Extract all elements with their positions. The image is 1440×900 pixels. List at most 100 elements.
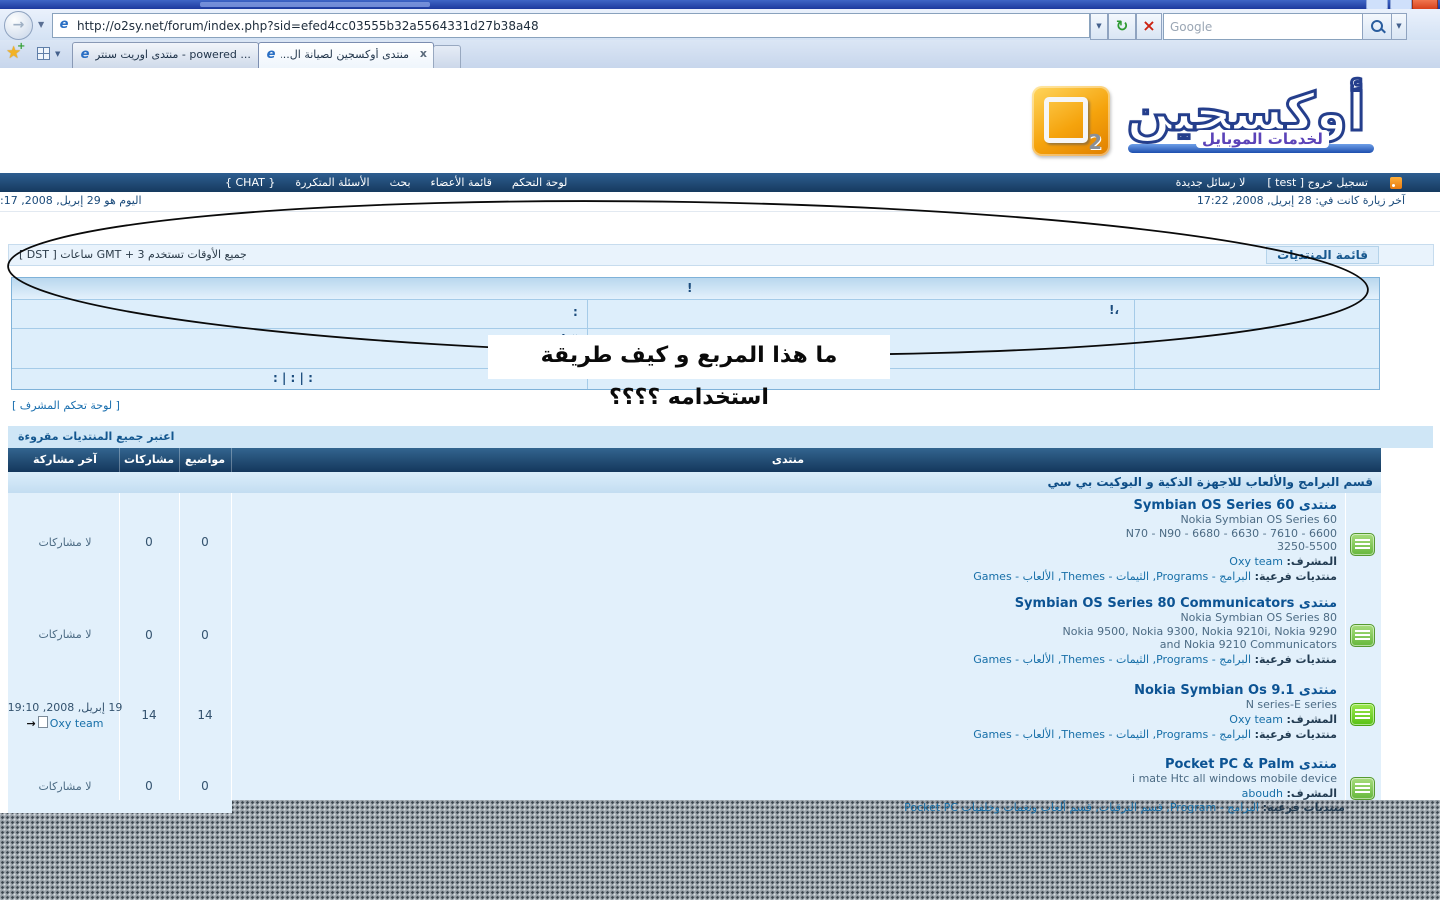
forum-table-header: آخر مشاركة مشاركات مواضيع منتدى xyxy=(8,448,1381,472)
subforums-label: منتديات فرعية: xyxy=(1255,653,1337,666)
moderator-cp-link[interactable]: [ لوحة تحكم المشرف ] xyxy=(12,399,120,412)
forum-navbar: { CHAT } الأسئلة المتكررة بحث قائمة الأع… xyxy=(0,173,1440,192)
today-date-text: اليوم هو 29 إبريل, 2008, 17: xyxy=(0,194,142,207)
address-dropdown-button[interactable]: ▼ xyxy=(1090,13,1108,40)
forum-title-link[interactable]: منتدى Symbian OS Series 80 Communicators xyxy=(231,596,1337,611)
stats-fragment: : xyxy=(573,305,578,319)
forum-status-icon xyxy=(1350,533,1375,556)
header-posts: مشاركات xyxy=(119,453,179,466)
forum-title-link[interactable]: منتدى Nokia Symbian Os 9.1 xyxy=(231,683,1337,698)
refresh-button[interactable]: ↻ xyxy=(1108,13,1136,40)
header-topics: مواضيع xyxy=(179,453,231,466)
nav-search-link[interactable]: بحث xyxy=(390,176,411,189)
last-post-cell: 19 إبريل, 2008, 19:10 →Oxy team xyxy=(11,678,119,752)
tab-oxygen-forum[interactable]: e منتدى أوكسجين لصيانة ال... x xyxy=(258,42,434,69)
moderator-link[interactable]: Oxy team xyxy=(1229,713,1283,726)
back-arrow-icon: → xyxy=(13,17,25,33)
last-post-page-icon[interactable] xyxy=(38,716,48,728)
back-button[interactable]: → xyxy=(4,11,33,40)
posts-count: 14 xyxy=(119,678,179,752)
new-tab-stub[interactable] xyxy=(433,45,461,68)
forum-row: لا مشاركات 0 0 منتدى Symbian OS Series 6… xyxy=(8,493,1381,593)
nav-logout-link[interactable]: تسجيل خروج [ test ] xyxy=(1267,176,1368,189)
divider xyxy=(0,211,1440,212)
window-title-fragment xyxy=(200,2,430,7)
site-logo-subtitle: لخدمات الموبايل xyxy=(1196,130,1329,148)
posts-count: 0 xyxy=(119,591,179,678)
stats-box-header: ! xyxy=(12,278,1379,300)
address-input[interactable] xyxy=(75,15,1079,36)
rss-icon[interactable] xyxy=(1390,177,1402,189)
search-box[interactable] xyxy=(1163,13,1363,40)
topics-count: 0 xyxy=(179,493,231,591)
magnifier-icon xyxy=(1371,20,1383,32)
moderator-link[interactable]: Oxy team xyxy=(1229,555,1283,568)
last-visit-text: آخر زيارة كانت في: 28 إبريل, 2008, 17:22 xyxy=(1197,194,1405,207)
stats-header-fragment: ! xyxy=(687,281,692,295)
forum-description: Nokia Symbian OS Series 60 xyxy=(231,513,1337,527)
logo-2-glyph: 2 xyxy=(1088,130,1102,154)
forum-cell: منتدى Symbian OS Series 60 Nokia Symbian… xyxy=(231,493,1345,591)
subforum-links[interactable]: البرامج - Programs, الثيمات - Themes, ال… xyxy=(973,570,1251,583)
no-posts-text: لا مشاركات xyxy=(38,536,91,549)
topics-count: 14 xyxy=(179,678,231,752)
navbar-right-group: لا رسائل جديدة تسجيل خروج [ test ] xyxy=(1176,176,1402,189)
mark-read-bar: اعتبر جميع المنتديات مقروءة xyxy=(8,426,1433,448)
nav-messages-link[interactable]: لا رسائل جديدة xyxy=(1176,176,1246,189)
category-title[interactable]: قسم البرامج والألعاب للاجهزة الذكية و ال… xyxy=(1047,475,1373,489)
forum-description: Nokia Symbian OS Series 80 xyxy=(231,611,1337,625)
stop-button[interactable]: × xyxy=(1136,13,1162,40)
close-tab-icon[interactable]: x xyxy=(420,47,427,60)
last-post-user: → Oxy team xyxy=(27,716,104,730)
search-dropdown-button[interactable]: ▼ xyxy=(1391,13,1407,40)
divider xyxy=(12,328,1134,329)
last-post-user-link[interactable]: Oxy team xyxy=(50,717,104,730)
tab-label: منتدى اوريت سنتر - powered ... xyxy=(95,48,250,61)
stats-fragment: !، xyxy=(1109,303,1119,317)
add-favorite-plus-icon: + xyxy=(17,41,25,52)
forum-title-link[interactable]: منتدى Symbian OS Series 60 xyxy=(231,498,1337,513)
forum-status-icon xyxy=(1350,624,1375,647)
no-posts-text: لا مشاركات xyxy=(38,628,91,641)
search-button[interactable] xyxy=(1362,13,1392,40)
subforums-label: منتديات فرعية: xyxy=(1255,570,1337,583)
row4-subforums-overlay: منتديات فرعية: البرامج - Program, قسم ال… xyxy=(904,801,1345,814)
last-post-cell: لا مشاركات xyxy=(11,591,119,678)
quick-tabs-icon[interactable] xyxy=(37,47,50,60)
forum-status-icon-new xyxy=(1350,703,1375,726)
nav-memberlist-link[interactable]: قائمة الأعضاء xyxy=(431,176,492,189)
subforums-label: منتديات فرعية: xyxy=(1255,728,1337,741)
timezone-text: جميع الأوقات تستخدم GMT + 3 ساعات [ DST … xyxy=(19,248,247,261)
goto-last-post-arrow-icon[interactable]: → xyxy=(27,717,36,730)
subforum-links[interactable]: البرامج - Programs, الثيمات - Themes, ال… xyxy=(973,728,1251,741)
nav-faq-link[interactable]: الأسئلة المتكررة xyxy=(295,176,369,189)
stats-fragment: : | : | : xyxy=(273,371,313,385)
header-last-post: آخر مشاركة xyxy=(11,453,119,466)
topics-count: 0 xyxy=(179,591,231,678)
divider xyxy=(1134,328,1379,329)
mark-forums-read-link[interactable]: اعتبر جميع المنتديات مقروءة xyxy=(18,430,174,443)
history-dropdown-icon[interactable]: ▼ xyxy=(38,20,44,29)
nav-ucp-link[interactable]: لوحة التحكم xyxy=(512,176,567,189)
page-content: 2 أوكسجين لخدمات الموبايل { CHAT } الأسئ… xyxy=(0,68,1440,900)
moderator-link[interactable]: aboudh xyxy=(1242,787,1283,800)
tab-oreet-center[interactable]: e منتدى اوريت سنتر - powered ... xyxy=(72,42,259,68)
annotation-question-text: ما هذا المربع و كيف طريقة استخدامه ؟؟؟؟ xyxy=(488,335,890,379)
divider xyxy=(1134,368,1379,369)
forum-description: Nokia 9500, Nokia 9300, Nokia 9210i, Nok… xyxy=(231,625,1337,639)
navbar-left-group: { CHAT } الأسئلة المتكررة بحث قائمة الأع… xyxy=(225,176,567,189)
no-posts-text: لا مشاركات xyxy=(38,780,91,793)
forum-title-link[interactable]: منتدى Pocket PC & Palm xyxy=(231,757,1337,772)
browser-tab-bar: ★ + ▼ e منتدى اوريت سنتر - powered ... e… xyxy=(0,40,1440,69)
forum-description: N70 - N90 - 6680 - 6630 - 7610 - 6600 xyxy=(231,527,1337,541)
last-post-date: 19 إبريل, 2008, 19:10 xyxy=(8,701,123,714)
quick-tabs-dropdown-icon[interactable]: ▼ xyxy=(55,50,60,58)
forum-index-link[interactable]: قائمة المنتديات xyxy=(1266,246,1379,264)
subforum-links[interactable]: البرامج - Program, قسم الترقيات, قسم ألع… xyxy=(904,801,1259,814)
ie-page-icon: e xyxy=(56,17,72,33)
search-input[interactable] xyxy=(1168,16,1358,37)
subforum-links[interactable]: البرامج - Programs, الثيمات - Themes, ال… xyxy=(973,653,1251,666)
address-bar[interactable]: e xyxy=(52,13,1090,38)
nav-chat-link[interactable]: { CHAT } xyxy=(225,176,275,189)
ie-favicon: e xyxy=(77,47,93,63)
